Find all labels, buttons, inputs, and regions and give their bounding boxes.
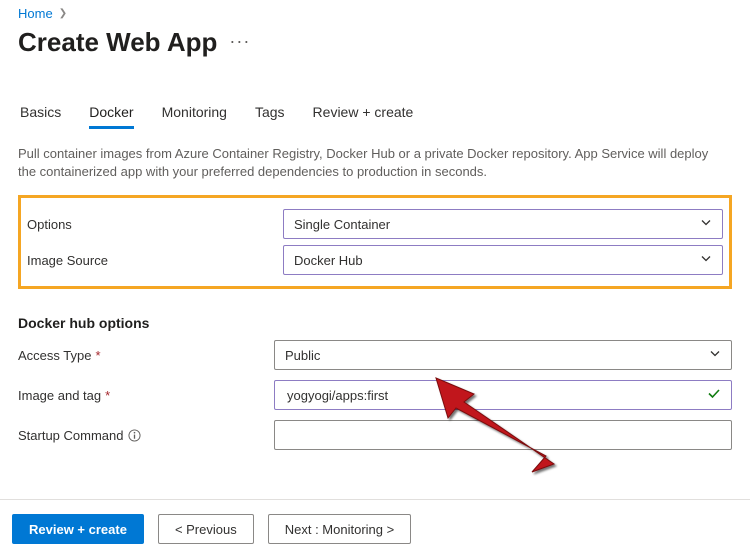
- checkmark-icon: [707, 387, 721, 404]
- breadcrumb: Home ❯: [18, 0, 732, 21]
- access-type-select[interactable]: Public: [274, 340, 732, 370]
- highlight-annotation: Options Single Container Image Source Do…: [18, 195, 732, 289]
- page-title: Create Web App: [18, 27, 217, 58]
- options-value: Single Container: [294, 217, 390, 232]
- required-indicator: *: [105, 388, 110, 403]
- more-actions-button[interactable]: ···: [229, 32, 250, 50]
- options-select[interactable]: Single Container: [283, 209, 723, 239]
- breadcrumb-home-link[interactable]: Home: [18, 6, 53, 21]
- review-create-button[interactable]: Review + create: [12, 514, 144, 544]
- options-label: Options: [27, 217, 283, 232]
- tab-monitoring[interactable]: Monitoring: [162, 104, 227, 129]
- required-indicator: *: [95, 348, 100, 363]
- access-type-label: Access Type: [18, 348, 91, 363]
- tab-basics[interactable]: Basics: [20, 104, 61, 129]
- chevron-right-icon: ❯: [59, 8, 67, 19]
- access-type-value: Public: [285, 348, 320, 363]
- image-source-value: Docker Hub: [294, 253, 363, 268]
- footer: Review + create < Previous Next : Monito…: [0, 499, 750, 558]
- image-source-label: Image Source: [27, 253, 283, 268]
- image-source-select[interactable]: Docker Hub: [283, 245, 723, 275]
- tab-docker[interactable]: Docker: [89, 104, 133, 129]
- info-icon[interactable]: [128, 428, 142, 442]
- startup-command-input-wrapper: [274, 420, 732, 450]
- image-tag-input-wrapper: [274, 380, 732, 410]
- chevron-down-icon: [700, 217, 712, 232]
- next-button[interactable]: Next : Monitoring >: [268, 514, 411, 544]
- tab-review-create[interactable]: Review + create: [313, 104, 414, 129]
- docker-hub-options-header: Docker hub options: [18, 315, 732, 331]
- tabs: Basics Docker Monitoring Tags Review + c…: [18, 104, 732, 129]
- startup-command-label: Startup Command: [18, 428, 124, 443]
- chevron-down-icon: [709, 348, 721, 363]
- previous-button[interactable]: < Previous: [158, 514, 254, 544]
- tab-tags[interactable]: Tags: [255, 104, 285, 129]
- image-tag-label: Image and tag: [18, 388, 101, 403]
- tab-description: Pull container images from Azure Contain…: [18, 145, 728, 181]
- chevron-down-icon: [700, 253, 712, 268]
- image-tag-input[interactable]: [285, 387, 701, 404]
- startup-command-input[interactable]: [285, 427, 701, 444]
